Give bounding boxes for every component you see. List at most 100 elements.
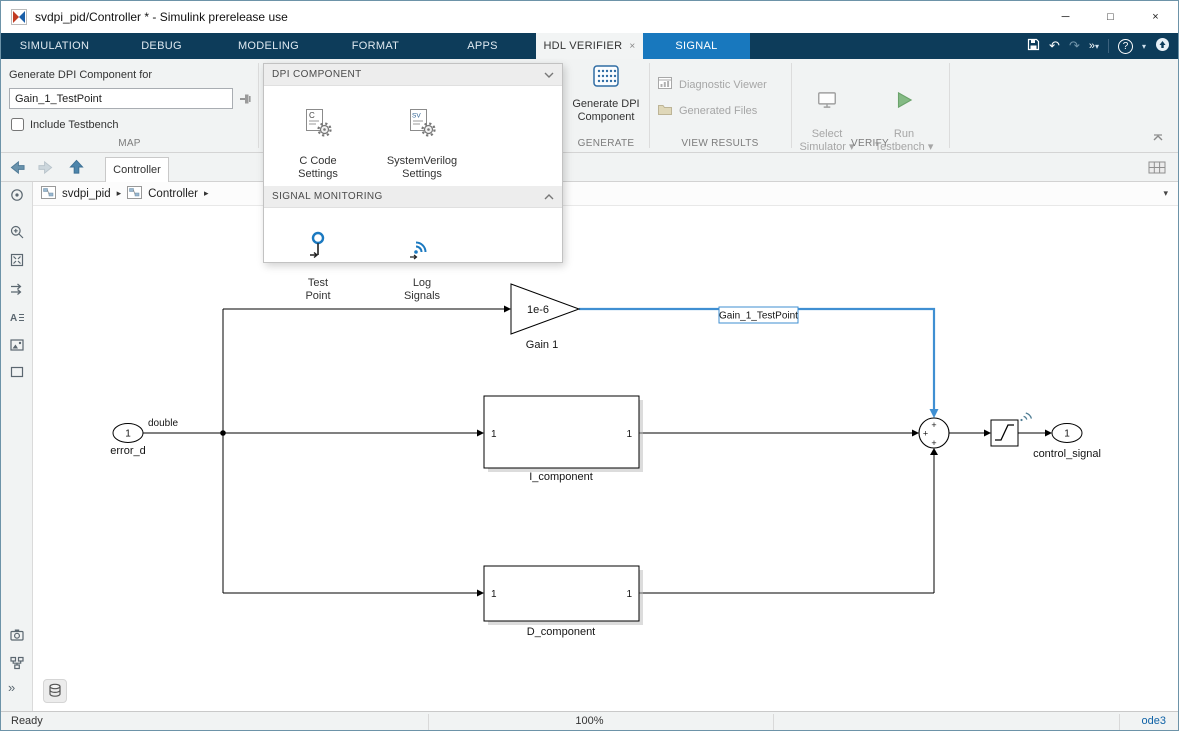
status-solver[interactable]: ode3 [1142,715,1166,727]
d-component-block[interactable]: 1 1 D_component [483,565,643,638]
breadcrumb-item-subsystem[interactable]: Controller [148,188,198,200]
svg-text:C: C [309,111,315,120]
c-code-settings-button[interactable]: C C Code Settings [278,95,358,181]
more-tools-icon[interactable]: » [8,680,15,695]
minimize-button[interactable]: ─ [1043,1,1088,33]
collapse-ribbon-icon[interactable] [1152,129,1164,147]
breadcrumb-item-model[interactable]: svdpi_pid [62,188,111,200]
maximize-button[interactable]: □ [1088,1,1133,33]
close-tab-icon[interactable]: × [629,41,635,52]
generated-files-label: Generated Files [679,104,758,117]
wire-d-to-sum[interactable] [639,455,935,594]
save-icon[interactable] [1027,38,1040,54]
include-testbench-label: Include Testbench [30,119,119,131]
tab-debug[interactable]: DEBUG [108,33,215,59]
collapse-section-icon[interactable] [544,71,554,79]
diagnostic-viewer-label: Diagnostic Viewer [679,78,767,91]
outport-block[interactable]: 1 control_signal [1033,423,1101,461]
inport-block[interactable]: 1 error_d [110,423,146,458]
svg-text:+: + [931,420,936,430]
tab-signal[interactable]: SIGNAL [643,33,750,59]
run-testbench-icon [866,76,942,115]
up-to-parent-icon[interactable] [69,159,84,180]
systemverilog-settings-label: SystemVerilog Settings [386,155,458,180]
undo-icon[interactable]: ↶ [1049,38,1060,54]
simulink-window: svdpi_pid/Controller * - Simulink prerel… [0,0,1179,731]
overflow-caret-icon: ▾ [1094,42,1099,51]
section-label-view-results: VIEW RESULTS [681,138,759,149]
viewmarks-grid-icon[interactable] [1148,161,1166,179]
area-box-icon[interactable] [9,364,25,380]
include-testbench-checkbox[interactable] [11,118,24,131]
section-label-generate: GENERATE [577,138,635,149]
status-divider [773,714,774,730]
viewmark-camera-icon[interactable] [9,627,25,643]
tab-hdl-verifier[interactable]: HDL VERIFIER × [536,33,643,59]
tab-format[interactable]: FORMAT [322,33,429,59]
test-point-button[interactable]: Test Point [278,217,358,303]
systemverilog-settings-button[interactable]: SV SystemVerilog Settings [382,95,462,181]
signal-monitoring-header-label: SIGNAL MONITORING [272,191,383,202]
section-label-map: MAP [118,138,141,149]
redo-icon[interactable]: ↷ [1069,38,1080,54]
close-button[interactable]: × [1133,1,1178,33]
c-code-settings-icon: C [278,108,358,138]
tab-hdl-verifier-label: HDL VERIFIER [543,40,623,52]
test-point-label[interactable]: Gain_1_TestPoint [718,306,799,324]
generate-dpi-component-label: Generate DPI Component [572,98,640,123]
help-icon[interactable]: ? [1117,38,1133,54]
test-point-label-text: Test Point [305,277,331,302]
generate-dpi-component-button[interactable]: Generate DPI Component [563,61,649,124]
image-icon[interactable] [9,337,25,353]
forward-icon[interactable] [37,160,54,180]
signal-monitoring-row: Test Point Log Signals [264,208,562,308]
dpi-component-name-input[interactable] [9,88,233,109]
model-data-badge[interactable] [43,679,67,703]
signal-monitoring-header: SIGNAL MONITORING [264,186,562,208]
breadcrumb-separator-icon[interactable]: ▸ [117,188,122,199]
i-component-block[interactable]: 1 1 I_component [483,395,643,483]
annotation-icon[interactable]: A [9,309,25,325]
expand-section-icon[interactable] [544,193,554,201]
select-simulator-button[interactable]: Select Simulator ▾ [789,63,865,167]
diagnostic-viewer-button[interactable]: Diagnostic Viewer [657,75,767,94]
svg-text:I_component: I_component [529,471,593,483]
log-signals-label: Log Signals [403,277,441,302]
saturation-block[interactable] [990,419,1019,447]
ribbon-divider [258,63,259,148]
pin-icon[interactable] [239,91,255,112]
wire-junction-dot [220,430,226,436]
section-label-verify: VERIFY [851,138,889,149]
titlebar: svdpi_pid/Controller * - Simulink prerel… [1,1,1178,33]
window-title: svdpi_pid/Controller * - Simulink prerel… [35,10,288,24]
toolbar-overflow-icon[interactable]: »▾ [1089,40,1099,52]
breadcrumb-dropdown-icon[interactable]: ▾ [1163,188,1168,199]
model-browser-icon[interactable] [9,655,25,671]
zoom-icon[interactable] [9,224,25,240]
back-icon[interactable] [9,160,26,180]
status-zoom-level: 100% [575,715,604,727]
model-canvas[interactable]: Gain_1_TestPoint 1 error_d double 1e-6 G… [33,206,1178,711]
ribbon-divider [649,63,650,148]
log-signals-button[interactable]: Log Signals [382,217,462,303]
tab-simulation[interactable]: SIMULATION [1,33,108,59]
generated-files-button[interactable]: Generated Files [657,101,757,120]
run-testbench-button[interactable]: Run Testbench ▾ [866,63,942,167]
log-signals-icon [382,230,462,260]
resources-icon[interactable] [1155,37,1170,55]
breadcrumb-separator-icon[interactable]: ▸ [204,188,209,199]
status-bar: Ready 100% ode3 [1,711,1178,730]
help-caret-icon[interactable]: ▾ [1142,42,1146,51]
tab-modeling[interactable]: MODELING [215,33,322,59]
fit-to-view-icon[interactable] [9,252,25,268]
svg-text:A: A [10,313,17,324]
svg-text:+: + [931,438,936,448]
sum-block[interactable]: + + + [918,417,950,449]
signal-type-label: double [148,418,178,429]
route-signal-icon[interactable] [9,281,25,297]
simulink-logo-icon [11,9,27,25]
browser-toggle-icon[interactable] [9,187,25,203]
document-tab-controller[interactable]: Controller [105,157,169,182]
tab-apps[interactable]: APPS [429,33,536,59]
svg-text:SV: SV [412,113,421,120]
